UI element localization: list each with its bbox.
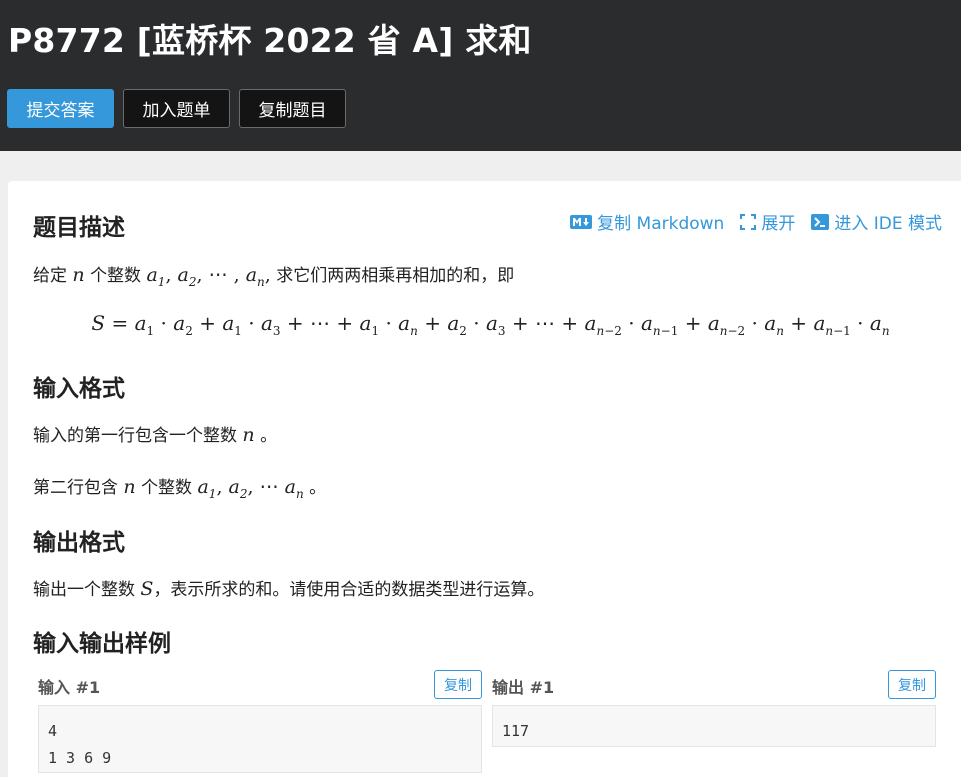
problem-toolbar: 复制 Markdown 展开 进入 IDE 模式 [570, 209, 942, 234]
copy-markdown-link[interactable]: 复制 Markdown [570, 209, 724, 234]
input-format-line1: 输入的第一行包含一个整数 n 。 [33, 424, 278, 446]
ide-mode-label: 进入 IDE 模式 [834, 214, 942, 234]
sample-output-label: 输出 #1 [492, 678, 555, 697]
copy-input-button[interactable]: 复制 [434, 670, 482, 699]
output-format-heading: 输出格式 [33, 530, 125, 556]
ide-mode-link[interactable]: 进入 IDE 模式 [811, 209, 942, 234]
problem-header: P8772 [蓝桥杯 2022 省 A] 求和 提交答案 加入题单 复制题目 [0, 0, 961, 151]
sample-output-box[interactable]: 117 [492, 705, 936, 747]
output-format-text: 输出一个整数 S，表示所求的和。请使用合适的数据类型进行运算。 [33, 578, 545, 600]
problem-card: 题目描述 复制 Markdown 展开 进入 IDE 模式 给定 n 个整数 a… [8, 181, 961, 777]
expand-label: 展开 [761, 214, 796, 234]
copy-output-button[interactable]: 复制 [888, 670, 936, 699]
sample-input-box[interactable]: 4 1 3 6 9 [38, 705, 482, 773]
submit-answer-button[interactable]: 提交答案 [7, 89, 114, 128]
expand-link[interactable]: 展开 [740, 209, 795, 234]
markdown-icon [570, 214, 593, 229]
page-title: P8772 [蓝桥杯 2022 省 A] 求和 [8, 21, 532, 60]
terminal-icon [811, 213, 830, 230]
copy-problem-button[interactable]: 复制题目 [239, 89, 346, 128]
description-text: 给定 n 个整数 a1, a2, ⋯ , an, 求它们两两相乘再相加的和，即 [33, 264, 515, 289]
sum-formula: S = a1 · a2 + a1 · a3 + ⋯ + a1 · an + a2… [91, 311, 890, 338]
input-format-heading: 输入格式 [33, 376, 125, 402]
copy-markdown-label: 复制 Markdown [597, 214, 725, 234]
expand-icon [740, 213, 757, 230]
add-to-list-button[interactable]: 加入题单 [123, 89, 230, 128]
input-format-line2: 第二行包含 n 个整数 a1, a2, ⋯ an 。 [33, 476, 327, 501]
samples-heading: 输入输出样例 [33, 631, 171, 657]
description-heading: 题目描述 [33, 215, 125, 241]
sample-input-label: 输入 #1 [38, 678, 101, 697]
